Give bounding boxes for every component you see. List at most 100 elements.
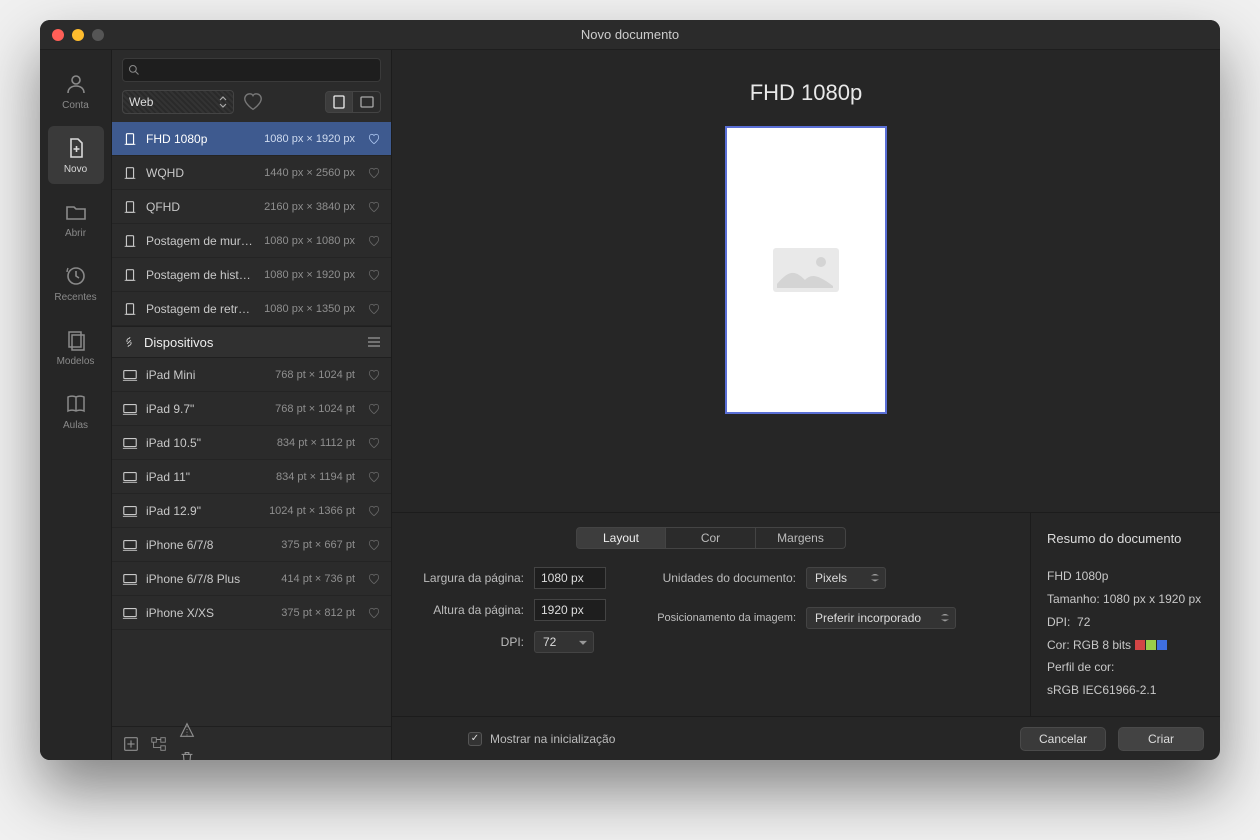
preview-title: FHD 1080p [750,80,863,106]
dpi-select[interactable]: 72 [534,631,594,653]
favorites-filter-icon[interactable] [242,91,264,113]
delete-preset-icon[interactable] [178,749,196,761]
create-button[interactable]: Criar [1118,727,1204,751]
preset-row[interactable]: iPad 9.7" 768 pt × 1024 pt [112,392,391,426]
preset-dims: 768 pt × 1024 pt [275,403,355,415]
window-controls [52,29,104,41]
titlebar: Novo documento [40,20,1220,50]
summary-heading: Resumo do documento [1047,527,1204,552]
tab-margins[interactable]: Margens [756,527,846,549]
orientation-portrait-button[interactable] [325,91,353,113]
doc-icon [122,606,138,620]
tab-color[interactable]: Cor [666,527,756,549]
settings-row: Layout Cor Margens Largura da página: Al… [392,512,1220,716]
preset-dims: 1024 pt × 1366 pt [269,505,355,517]
heart-icon[interactable] [367,268,381,282]
menu-icon[interactable] [367,336,381,348]
sidebar-item-open[interactable]: Abrir [48,190,104,248]
preset-row[interactable]: FHD 1080p1080 px × 1920 px [112,122,391,156]
heart-icon[interactable] [367,368,381,382]
preset-name: iPhone 6/7/8 [146,538,273,552]
preset-name: iPad 9.7" [146,402,267,416]
preset-name: Postagem de retrato e… [146,302,256,316]
doc-icon [122,402,138,416]
preset-row[interactable]: iPhone X/XS375 pt × 812 pt [112,596,391,630]
sidebar-item-models[interactable]: Modelos [48,318,104,376]
heart-icon[interactable] [367,302,381,316]
cancel-button[interactable]: Cancelar [1020,727,1106,751]
heart-icon[interactable] [367,234,381,248]
heart-icon[interactable] [367,200,381,214]
heart-icon[interactable] [367,606,381,620]
settings-tabs: Layout Cor Margens [410,527,1012,549]
doc-icon [122,132,138,146]
page-height-label: Altura da página: [410,603,534,617]
page-width-input[interactable] [534,567,606,589]
add-preset-icon[interactable] [122,735,140,753]
dpi-label: DPI: [410,635,534,649]
preset-panel: Web FHD 1080p1080 px × 1920 pxWQHD1440 p… [112,50,392,760]
preset-name: iPhone 6/7/8 Plus [146,572,273,586]
close-window-button[interactable] [52,29,64,41]
main-area: FHD 1080p Layout Cor Margens [392,50,1220,760]
heart-icon[interactable] [367,538,381,552]
sidebar-item-recent[interactable]: Recentes [48,254,104,312]
image-placement-select[interactable]: Preferir incorporado [806,607,956,629]
heart-icon[interactable] [367,470,381,484]
tab-layout[interactable]: Layout [576,527,666,549]
folder-icon [64,200,88,224]
doc-icon [122,538,138,552]
preset-row[interactable]: iPad Mini768 pt × 1024 pt [112,358,391,392]
doc-units-label: Unidades do documento: [646,571,806,585]
category-select[interactable]: Web [122,90,234,114]
doc-icon [122,504,138,518]
sidebar-item-new[interactable]: Novo [48,126,104,184]
doc-icon [122,234,138,248]
preset-name: iPad 11" [146,470,268,484]
document-summary: Resumo do documento FHD 1080p Tamanho: 1… [1030,513,1220,716]
preset-row[interactable]: iPad 10.5"834 pt × 1112 pt [112,426,391,460]
preset-row[interactable]: QFHD2160 px × 3840 px [112,190,391,224]
preset-row[interactable]: Postagem de história e…1080 px × 1920 px [112,258,391,292]
preset-row[interactable]: iPad 11"834 pt × 1194 pt [112,460,391,494]
minimize-window-button[interactable] [72,29,84,41]
preset-tree-icon[interactable] [150,735,168,753]
preset-name: iPad Mini [146,368,267,382]
heart-icon[interactable] [367,166,381,180]
preset-row[interactable]: Postagem de mural em…1080 px × 1080 px [112,224,391,258]
summary-size: Tamanho: 1080 px x 1920 px [1047,588,1204,611]
sidebar-item-classes[interactable]: Aulas [48,382,104,440]
rename-preset-icon[interactable] [178,721,196,739]
preset-name: Postagem de mural em… [146,234,256,248]
heart-icon[interactable] [367,504,381,518]
section-label: Dispositivos [144,335,213,350]
preset-row[interactable]: iPad 12.9"1024 pt × 1366 pt [112,494,391,528]
window-title: Novo documento [581,27,679,42]
main-sidebar: Conta Novo Abrir Recentes Modelos Aulas [40,50,112,760]
orientation-toggle [325,91,381,113]
preset-row[interactable]: iPhone 6/7/8 375 pt × 667 pt [112,528,391,562]
heart-icon[interactable] [367,132,381,146]
orientation-landscape-button[interactable] [353,91,381,113]
preset-row[interactable]: WQHD1440 px × 2560 px [112,156,391,190]
preset-dims: 375 pt × 667 pt [281,539,355,551]
page-height-input[interactable] [534,599,606,621]
heart-icon[interactable] [367,436,381,450]
heart-icon[interactable] [367,402,381,416]
doc-units-select[interactable]: Pixels [806,567,886,589]
preset-list[interactable]: FHD 1080p1080 px × 1920 pxWQHD1440 px × … [112,122,391,726]
summary-profile-label: Perfil de cor: [1047,656,1204,679]
preset-row[interactable]: Postagem de retrato e…1080 px × 1350 px [112,292,391,326]
show-at-startup-checkbox[interactable]: ✓ Mostrar na inicialização [468,732,615,746]
preset-row[interactable]: iPhone 6/7/8 Plus414 pt × 736 pt [112,562,391,596]
book-icon [64,392,88,416]
zoom-window-button[interactable] [92,29,104,41]
heart-icon[interactable] [367,572,381,586]
color-swatch [1146,640,1156,650]
clock-icon [64,264,88,288]
section-devices[interactable]: Dispositivos [112,326,391,358]
sidebar-item-label: Conta [62,100,89,111]
preset-search-input[interactable] [122,58,381,82]
sidebar-item-account[interactable]: Conta [48,62,104,120]
doc-icon [122,302,138,316]
